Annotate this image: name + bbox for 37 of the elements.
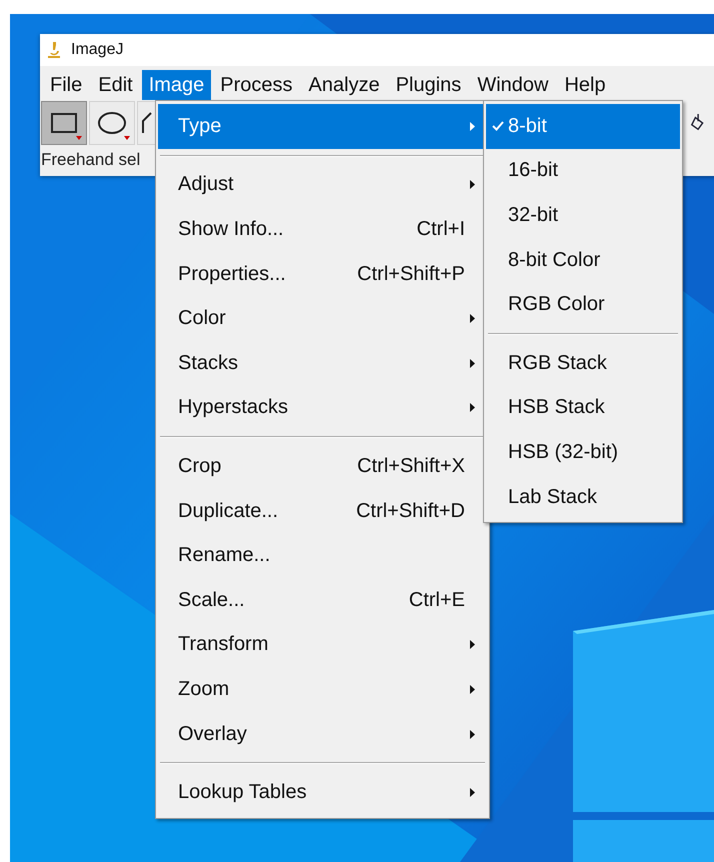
menu-item[interactable]: Transform bbox=[158, 622, 487, 668]
menu-bar-item[interactable]: Process bbox=[213, 70, 300, 100]
menu-item[interactable]: Adjust bbox=[158, 162, 487, 208]
menu-item[interactable]: RGB Color bbox=[486, 282, 680, 327]
menu-item[interactable]: Show Info... Ctrl+I bbox=[158, 207, 487, 252]
status-text: Freehand sel bbox=[41, 150, 140, 170]
menu-item[interactable]: Stacks bbox=[158, 340, 487, 386]
menu-item[interactable]: 8-bit bbox=[486, 104, 680, 149]
menu-bar-item[interactable]: Help bbox=[557, 70, 613, 100]
menu-item[interactable]: Color bbox=[158, 296, 487, 341]
menu-item[interactable]: Hyperstacks bbox=[158, 386, 487, 430]
menu-item[interactable]: 8-bit Color bbox=[486, 238, 680, 282]
menu-item[interactable]: Lab Stack bbox=[486, 474, 680, 520]
menu-item[interactable]: Properties... Ctrl+Shift+P bbox=[158, 252, 487, 296]
menu-item[interactable]: 16-bit bbox=[486, 148, 680, 194]
menu-bar-item[interactable]: Window bbox=[470, 70, 556, 100]
rectangle-tool-button[interactable] bbox=[41, 101, 87, 145]
menu-item[interactable]: Zoom bbox=[158, 667, 487, 712]
menu-item[interactable]: Duplicate... Ctrl+Shift+D bbox=[158, 488, 487, 534]
menu-bar-item[interactable]: Plugins bbox=[388, 70, 468, 100]
polygon-icon bbox=[142, 112, 152, 134]
menu-item[interactable]: RGB Stack bbox=[486, 340, 680, 386]
menu-bar-item[interactable]: Edit bbox=[91, 70, 140, 100]
oval-tool-button[interactable] bbox=[89, 101, 135, 145]
menu-bar-item[interactable]: File bbox=[43, 70, 90, 100]
menu-bar-item[interactable]: Image bbox=[142, 70, 212, 100]
microscope-icon bbox=[47, 41, 61, 59]
menu-item[interactable]: Lookup Tables bbox=[158, 770, 487, 815]
menu-item[interactable]: HSB Stack bbox=[486, 386, 680, 430]
menu-item[interactable]: HSB (32-bit) bbox=[486, 430, 680, 475]
menu-item[interactable]: Crop Ctrl+Shift+X bbox=[158, 444, 487, 489]
menu-item[interactable]: Scale... Ctrl+E bbox=[158, 578, 487, 623]
window-title: ImageJ bbox=[71, 41, 124, 59]
menu-bar-item[interactable]: Analyze bbox=[302, 70, 387, 100]
menu-item[interactable]: Overlay bbox=[158, 712, 487, 756]
menu-item[interactable]: 32-bit bbox=[486, 193, 680, 238]
menu-item[interactable]: Rename... bbox=[158, 533, 487, 578]
